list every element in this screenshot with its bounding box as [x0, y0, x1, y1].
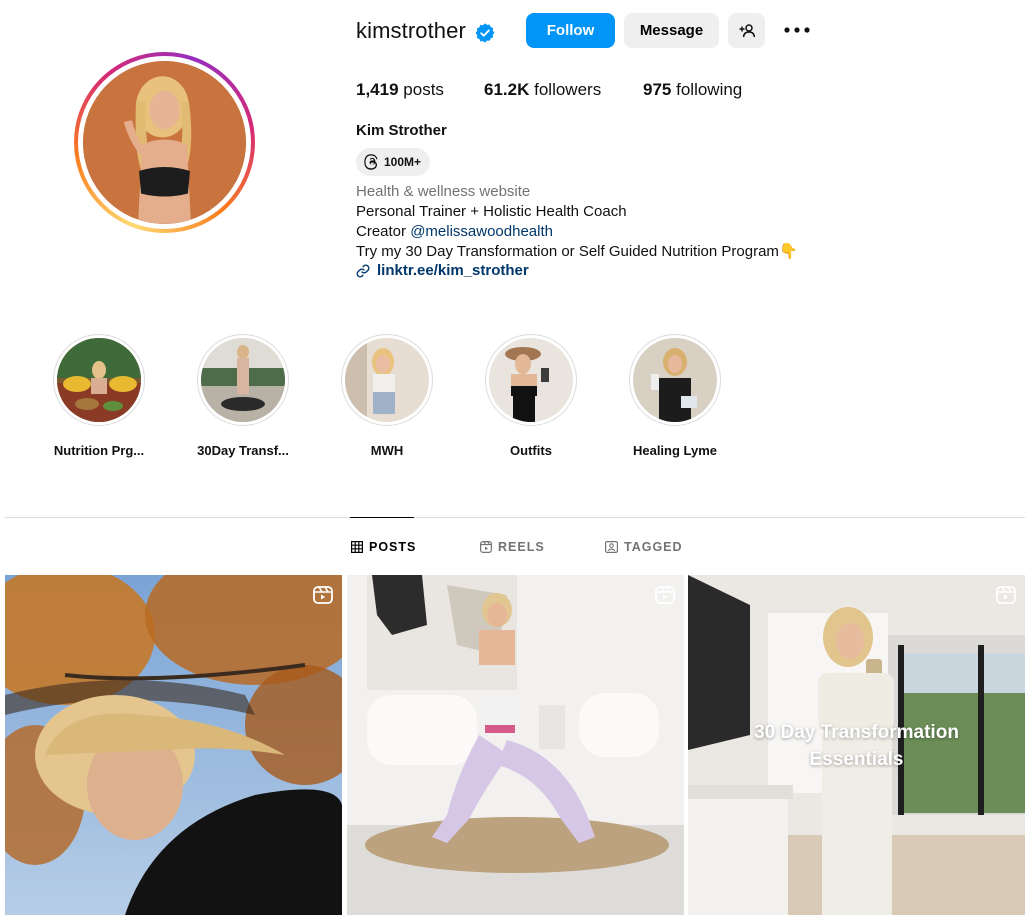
bio-line: Creator @melissawoodhealth — [356, 223, 553, 240]
story-highlight[interactable]: MWH — [337, 334, 437, 458]
profile-full-name: Kim Strother — [356, 122, 447, 139]
reel-indicator-icon — [655, 586, 675, 604]
bio-external-link[interactable]: linktr.ee/kim_strother — [356, 262, 529, 279]
post-thumbnail[interactable] — [5, 575, 342, 915]
tabs-divider — [5, 517, 1025, 518]
bio-line: Personal Trainer + Holistic Health Coach — [356, 203, 627, 220]
threads-icon — [364, 154, 378, 170]
highlight-label: MWH — [370, 443, 404, 458]
tab-reels[interactable]: REELS — [480, 540, 545, 554]
post-overlay-text: 30 Day Transformation Essentials — [754, 722, 959, 770]
profile-username: kimstrother — [356, 18, 466, 43]
threads-badge[interactable]: 100M+ — [356, 148, 431, 176]
reel-indicator-icon — [313, 586, 333, 604]
bio-mention-link[interactable]: @melissawoodhealth — [410, 223, 553, 240]
more-horizontal-icon — [784, 27, 810, 33]
highlight-cover — [57, 338, 141, 422]
avatar-photo — [83, 61, 246, 224]
story-highlight[interactable]: Healing Lyme — [625, 334, 725, 458]
highlight-label: Outfits — [510, 443, 552, 458]
post-thumbnail[interactable] — [347, 575, 684, 915]
highlight-cover — [345, 338, 429, 422]
add-user-icon — [739, 23, 755, 37]
follow-button[interactable]: Follow — [526, 13, 615, 48]
tagged-icon — [605, 541, 618, 553]
highlight-label: Nutrition Prg... — [53, 443, 145, 458]
more-options-button[interactable] — [782, 20, 812, 40]
bio-line: Try my 30 Day Transformation or Self Gui… — [356, 243, 798, 260]
story-highlight[interactable]: Outfits — [481, 334, 581, 458]
grid-icon — [351, 541, 363, 553]
threads-follower-count: 100M+ — [384, 155, 422, 169]
story-highlight[interactable]: 30Day Transf... — [193, 334, 293, 458]
highlight-label: Healing Lyme — [632, 443, 718, 458]
message-button[interactable]: Message — [624, 13, 719, 48]
link-icon — [356, 264, 370, 277]
posts-count: 1,419 posts — [356, 80, 444, 99]
tab-posts[interactable]: POSTS — [351, 540, 416, 554]
highlight-label: 30Day Transf... — [197, 443, 289, 458]
tab-tagged[interactable]: TAGGED — [605, 540, 683, 554]
followers-link[interactable]: 61.2K followers — [484, 80, 601, 100]
verified-badge-icon — [475, 23, 495, 43]
post-image — [5, 575, 342, 915]
highlight-cover — [201, 338, 285, 422]
reel-indicator-icon — [996, 586, 1016, 604]
profile-avatar[interactable] — [74, 52, 255, 233]
suggested-accounts-button[interactable] — [728, 13, 765, 48]
highlight-cover — [489, 338, 573, 422]
highlight-cover — [633, 338, 717, 422]
active-tab-indicator — [350, 517, 414, 518]
reels-icon — [480, 541, 492, 553]
post-thumbnail[interactable]: 30 Day Transformation Essentials — [688, 575, 1025, 915]
post-image — [347, 575, 684, 915]
following-link[interactable]: 975 following — [643, 80, 742, 100]
story-highlight[interactable]: Nutrition Prg... — [49, 334, 149, 458]
pointing-down-emoji: 👇 — [778, 243, 798, 260]
profile-category: Health & wellness website — [356, 183, 531, 200]
